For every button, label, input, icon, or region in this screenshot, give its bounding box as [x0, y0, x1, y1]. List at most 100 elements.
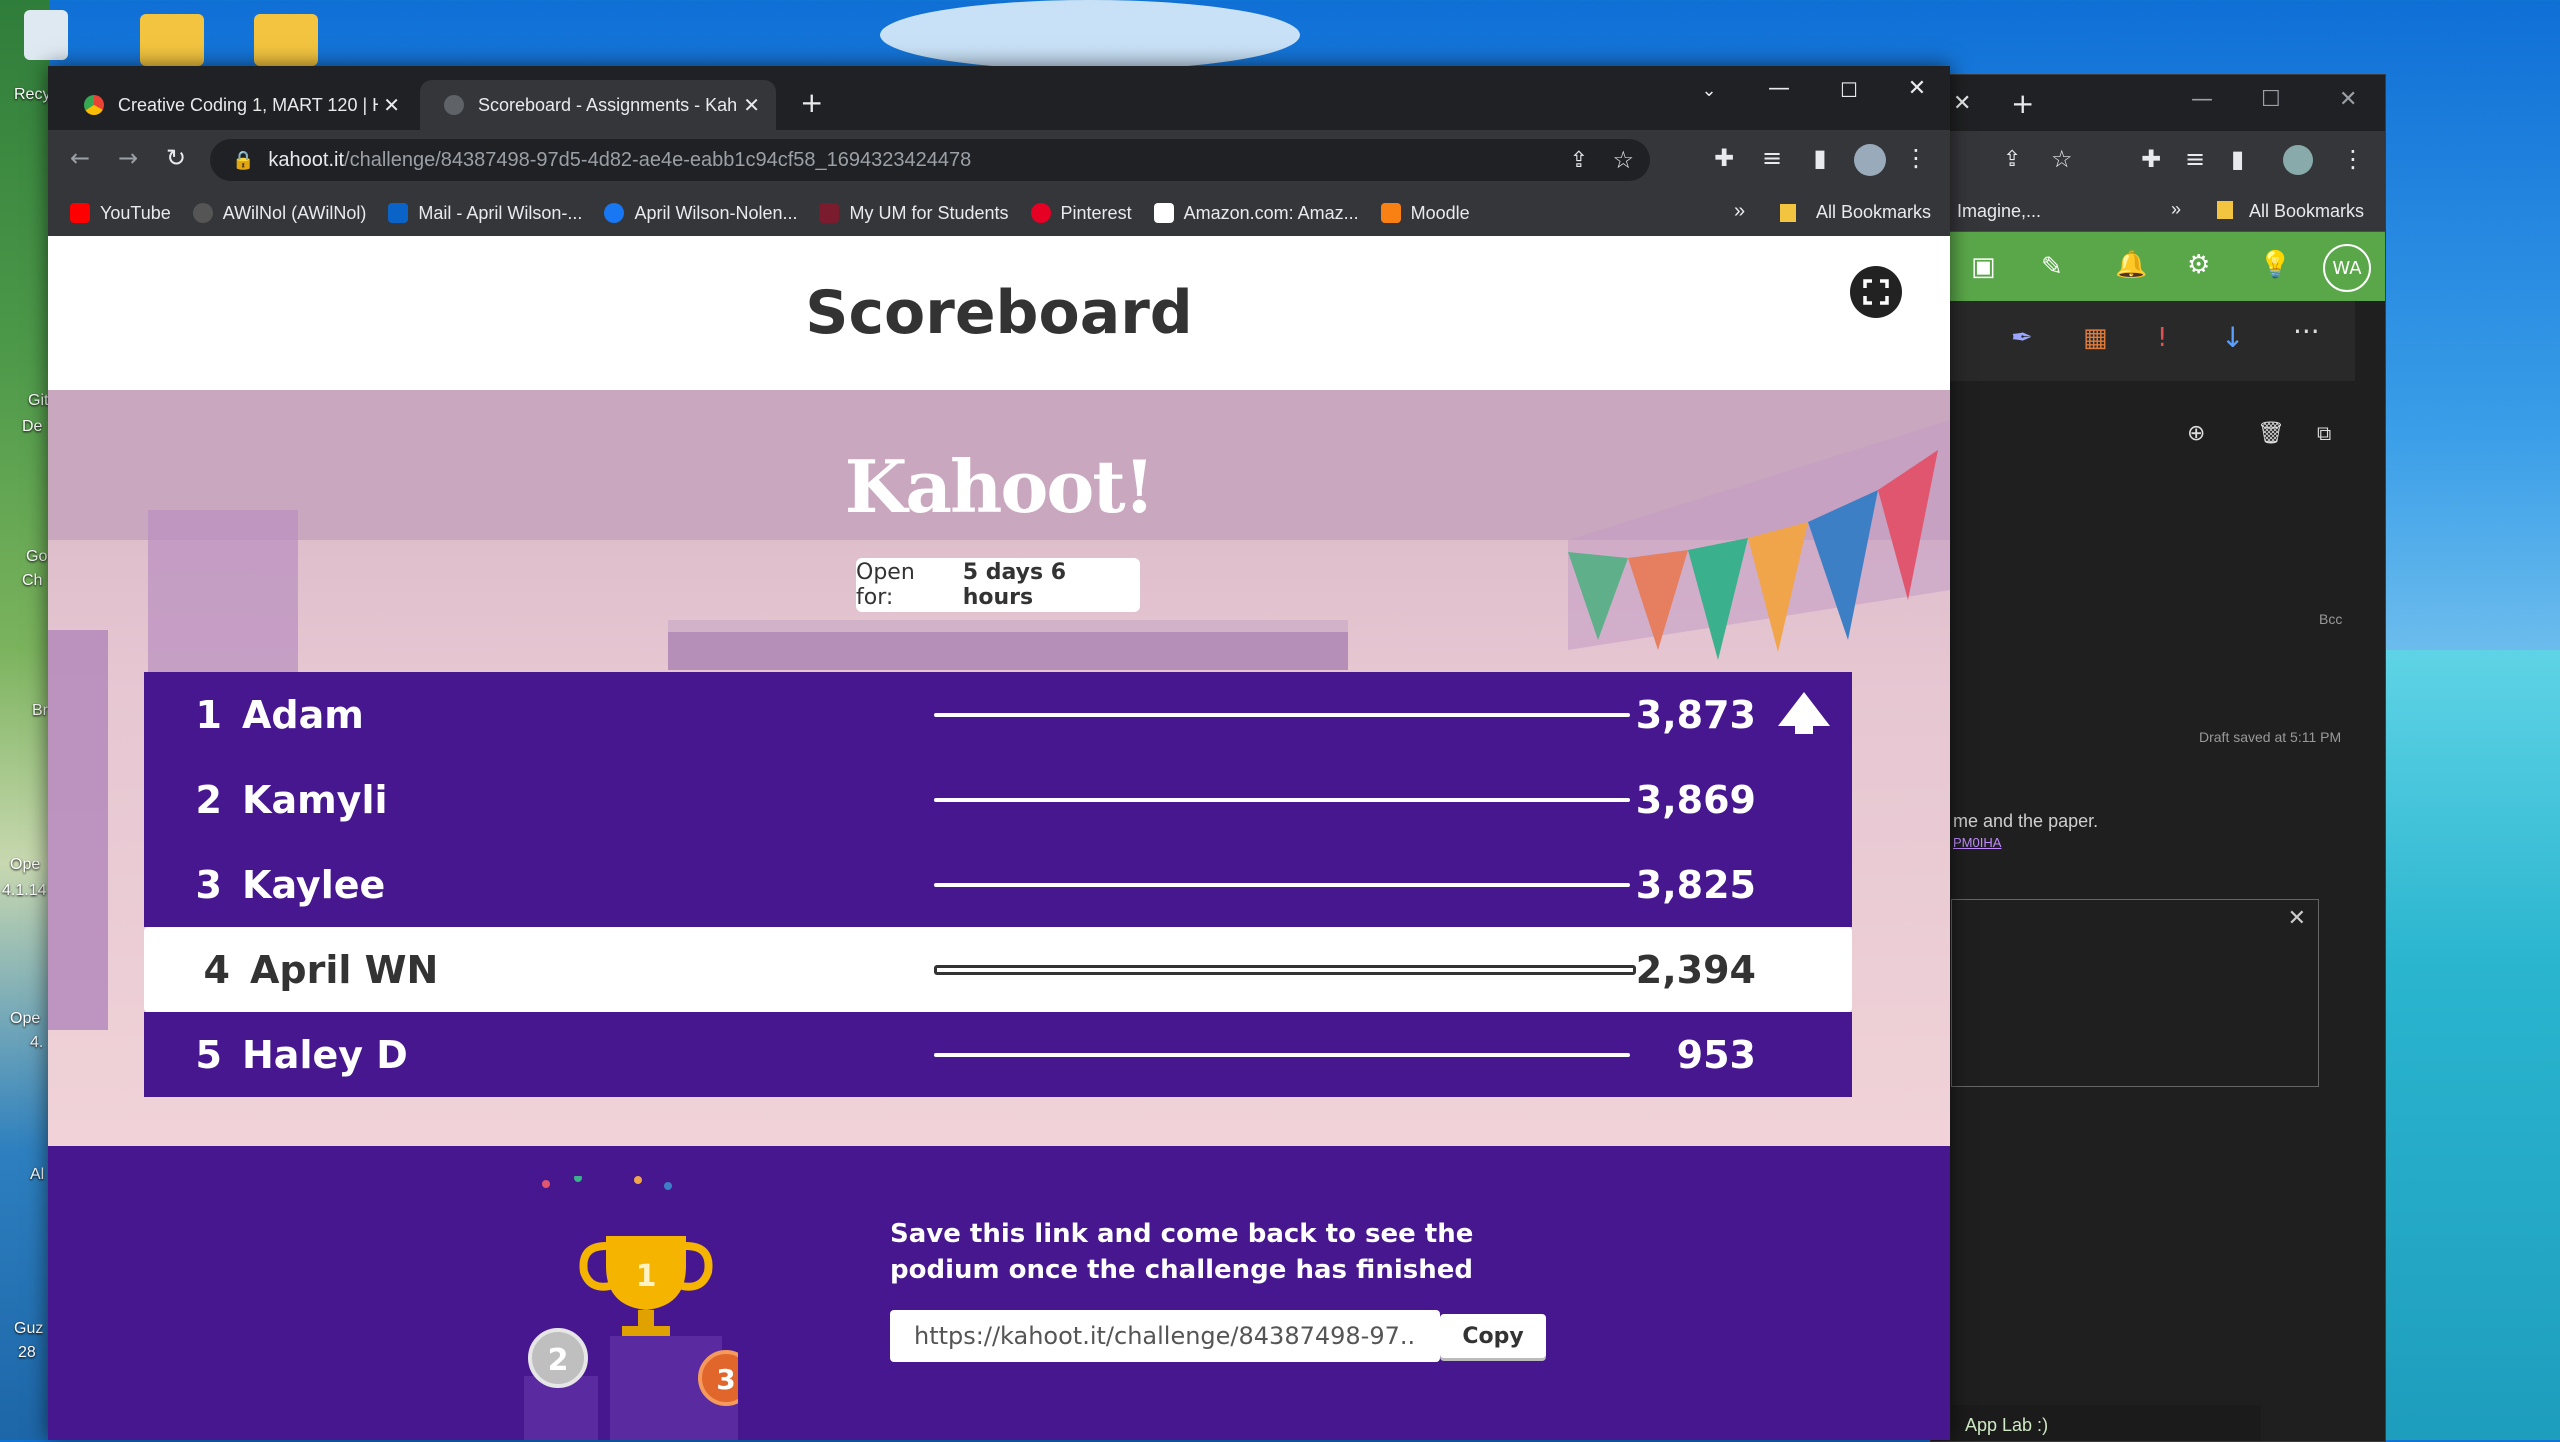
copy-button[interactable]: Copy — [1440, 1314, 1546, 1358]
profile-avatar[interactable] — [1854, 144, 1886, 176]
desktop-label: Br — [32, 702, 48, 719]
back-icon[interactable]: ← — [64, 144, 96, 172]
page-title: Scoreboard — [805, 278, 1193, 348]
bookmark-label: YouTube — [100, 202, 171, 223]
sidepanel-icon[interactable]: ▮ — [1804, 144, 1836, 172]
all-bookmarks[interactable]: All Bookmarks — [2249, 201, 2364, 222]
sidepanel-icon[interactable]: ▮ — [2231, 145, 2244, 173]
bcc-label[interactable]: Bcc — [2319, 611, 2342, 627]
taskbar-item[interactable]: App Lab :) — [1951, 1405, 2261, 1441]
importance-icon[interactable]: ! — [2157, 323, 2167, 353]
score-bar — [934, 712, 1630, 717]
share-link-text: https://kahoot.it/challenge/84387498-97.… — [914, 1322, 1414, 1350]
close-window-icon[interactable]: ✕ — [1882, 76, 1950, 101]
desktop-label: De — [22, 418, 43, 435]
bookmark-facebook[interactable]: April Wilson-Nolen... — [604, 203, 797, 224]
folder-icon — [2217, 201, 2233, 219]
bookmarks-bar: YouTube AWilNol (AWilNol) Mail - April W… — [48, 190, 1950, 236]
folder-icon[interactable] — [254, 14, 318, 66]
close-icon[interactable]: ✕ — [2288, 906, 2306, 931]
more-icon[interactable]: ··· — [2293, 315, 2320, 348]
bookmark-mail[interactable]: Mail - April Wilson-... — [388, 203, 582, 224]
close-tab-icon[interactable]: ✕ — [743, 93, 760, 118]
folder-icon[interactable] — [140, 14, 204, 66]
all-bookmarks[interactable]: All Bookmarks — [1816, 202, 1931, 223]
star-icon[interactable]: ☆ — [2051, 145, 2073, 173]
lock-icon[interactable]: 🔒 — [232, 150, 254, 171]
media-icon[interactable]: ≡ — [2185, 145, 2205, 173]
gear-icon[interactable]: ⚙ — [2187, 250, 2210, 280]
lightbulb-icon[interactable]: 💡 — [2259, 250, 2291, 280]
bookmark-youtube[interactable]: YouTube — [70, 203, 171, 224]
share-icon[interactable]: ⇪ — [1570, 147, 1588, 173]
bookmark-label: My UM for Students — [849, 202, 1009, 223]
main-browser-window[interactable]: Creative Coding 1, MART 120 | H ✕ Scoreb… — [48, 66, 1950, 1440]
back-toolbar: ⇪ ☆ ✚ ≡ ▮ ⋮ — [1931, 131, 2385, 191]
edit-icon[interactable]: ✎ — [2041, 252, 2063, 282]
desktop-label: 4. — [30, 1034, 44, 1051]
share-link-field[interactable]: https://kahoot.it/challenge/84387498-97.… — [890, 1310, 1440, 1362]
more-bookmarks[interactable]: » — [2171, 199, 2181, 220]
profile-avatar[interactable] — [2283, 145, 2313, 175]
leaderboard-row: 3 Kaylee 3,825 — [144, 842, 1852, 927]
minimize-icon[interactable]: — — [2191, 87, 2213, 112]
email-link[interactable]: PM0IHA — [1953, 835, 2001, 850]
share-icon[interactable]: ⇪ — [2003, 147, 2021, 172]
github-icon — [192, 203, 213, 223]
tab-search-icon[interactable]: ⌄ — [1674, 80, 1744, 101]
menu-icon[interactable]: ⋮ — [2341, 145, 2365, 173]
forward-icon[interactable]: → — [112, 144, 144, 172]
player-score: 3,873 — [1635, 692, 1756, 737]
reload-icon[interactable]: ↻ — [160, 144, 192, 172]
bookmark-myum[interactable]: My UM for Students — [819, 202, 1009, 224]
office-icon[interactable]: ▣ — [1971, 252, 1996, 282]
extensions-icon[interactable]: ✚ — [2141, 145, 2161, 173]
close-icon[interactable]: ✕ — [1953, 91, 1971, 116]
close-window-icon[interactable]: ✕ — [2339, 87, 2357, 112]
pen-icon[interactable]: ✒ — [2011, 323, 2033, 353]
sea-background — [2380, 650, 2560, 1440]
fullscreen-button[interactable] — [1850, 266, 1902, 318]
bookmark-label: Pinterest — [1060, 202, 1132, 223]
extensions-icon[interactable]: ✚ — [1708, 144, 1740, 172]
tab-scoreboard[interactable]: Scoreboard - Assignments - Kah ✕ — [420, 80, 776, 130]
media-icon[interactable]: ≡ — [1756, 144, 1788, 172]
podium-first: 1 — [636, 1259, 657, 1294]
desktop-label: Recy — [14, 86, 51, 103]
attachment-box[interactable]: ✕ — [1951, 899, 2319, 1087]
maximize-icon[interactable]: ☐ — [1814, 78, 1884, 102]
close-tab-icon[interactable]: ✕ — [383, 93, 400, 118]
player-score: 2,394 — [1635, 947, 1756, 992]
star-icon[interactable]: ☆ — [1612, 146, 1634, 175]
account-avatar[interactable]: WA — [2323, 244, 2371, 292]
minimize-icon[interactable]: — — [1744, 76, 1814, 101]
recycle-bin-icon[interactable] — [24, 10, 68, 60]
email-body-text[interactable]: me and the paper. — [1953, 811, 2098, 832]
up-arrow-icon — [1778, 692, 1830, 734]
tab-creative-coding[interactable]: Creative Coding 1, MART 120 | H ✕ — [60, 80, 416, 130]
zoom-icon[interactable]: ⊕ — [2187, 421, 2205, 446]
bookmark-label: April Wilson-Nolen... — [634, 202, 798, 223]
new-tab-icon[interactable]: + — [2011, 87, 2034, 120]
bookmark-pinterest[interactable]: Pinterest — [1030, 202, 1132, 224]
kahoot-logo: Kahoot! — [844, 444, 1156, 529]
maximize-icon[interactable]: ☐ — [2261, 87, 2281, 112]
background-browser-window[interactable]: ✕ + — ☐ ✕ ⇪ ☆ ✚ ≡ ▮ ⋮ Imagine,... » All … — [1930, 74, 2386, 1442]
bookmark-moodle[interactable]: Moodle — [1380, 203, 1470, 224]
player-rank: 2 — [195, 777, 222, 822]
new-tab-icon[interactable]: + — [800, 86, 823, 119]
desktop-label: Al — [30, 1166, 45, 1183]
more-bookmarks[interactable]: » — [1734, 200, 1745, 223]
bell-icon[interactable]: 🔔 — [2115, 250, 2147, 280]
bookmark-amazon[interactable]: Amazon.com: Amaz... — [1153, 203, 1359, 224]
menu-icon[interactable]: ⋮ — [1900, 144, 1932, 172]
amazon-icon — [1153, 203, 1174, 223]
table-icon[interactable]: ▦ — [2083, 323, 2108, 353]
bookmark-item[interactable]: Imagine,... — [1957, 201, 2041, 222]
trash-icon[interactable]: 🗑 — [2257, 421, 2285, 446]
popout-icon[interactable]: ⧉ — [2317, 421, 2331, 445]
player-score: 3,825 — [1635, 862, 1756, 907]
address-bar[interactable]: 🔒 kahoot.it/challenge/84387498-97d5-4d82… — [210, 139, 1650, 181]
bookmark-github[interactable]: AWilNol (AWilNol) — [192, 203, 366, 224]
down-arrow-icon[interactable]: ↓ — [2221, 321, 2244, 354]
